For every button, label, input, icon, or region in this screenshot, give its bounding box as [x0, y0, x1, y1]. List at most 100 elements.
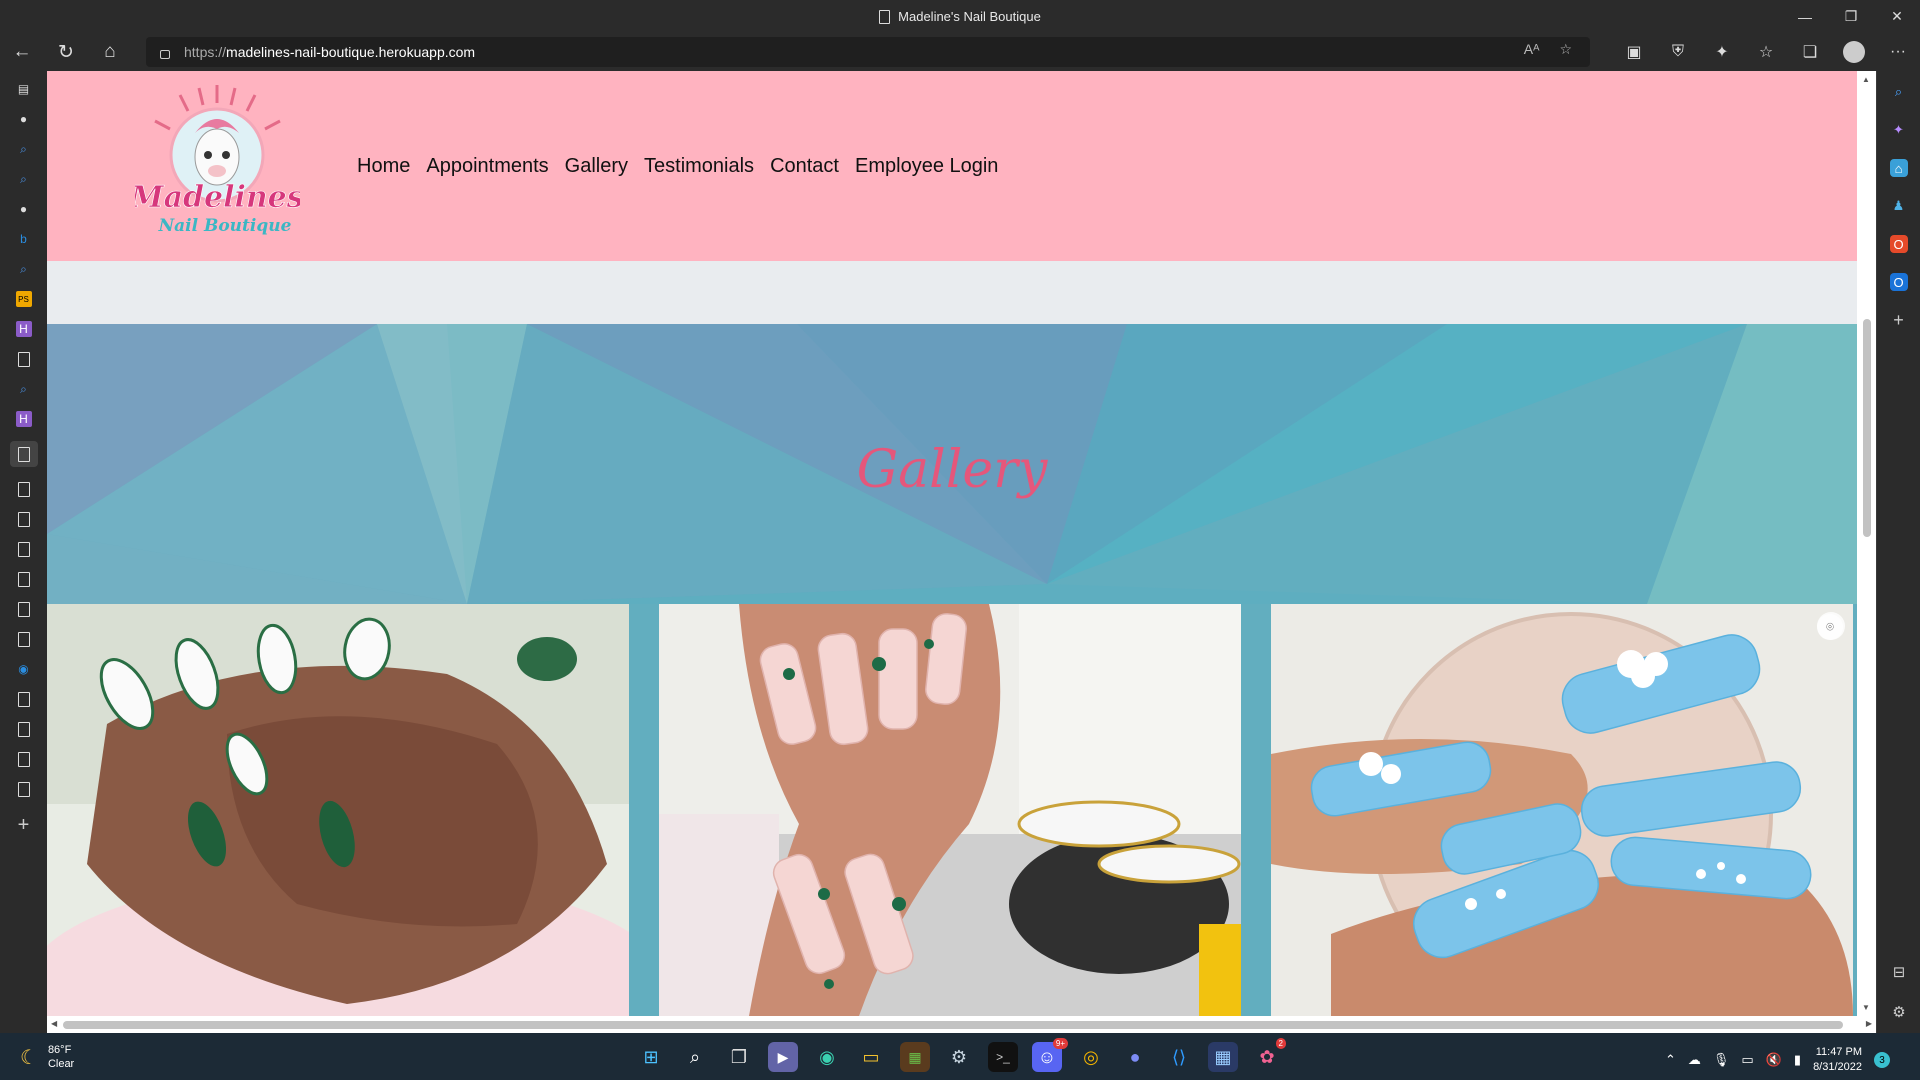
shopping-icon[interactable]: ⌂ — [1889, 159, 1908, 177]
gallery-photo[interactable] — [659, 604, 1241, 1016]
page-tab-icon[interactable] — [16, 601, 32, 617]
extensions-icon[interactable]: ✦ — [1700, 33, 1744, 71]
page-tab-icon[interactable] — [16, 481, 32, 497]
search-icon[interactable]: ⌕ — [16, 261, 32, 277]
github-icon[interactable]: ● — [16, 111, 32, 127]
back-icon[interactable]: ← — [0, 33, 44, 71]
hide-sidebar-icon[interactable]: ⊟ — [1893, 963, 1906, 981]
page-icon — [17, 481, 30, 497]
visual-search-icon[interactable]: ⌾ — [1817, 614, 1843, 640]
discord-icon[interactable]: ☺ 9+ — [1032, 1038, 1068, 1072]
tab-actions-icon[interactable]: ▤ — [16, 81, 32, 97]
search-icon[interactable]: ⌕ — [16, 141, 32, 157]
search-icon[interactable]: ⌕ — [680, 1042, 710, 1072]
add-favorite-icon[interactable]: ☆ — [1559, 41, 1572, 58]
page-tab-icon[interactable] — [16, 351, 32, 367]
favorites-icon[interactable]: ☆ — [1744, 33, 1788, 71]
battery-icon[interactable]: ▮ — [1794, 1052, 1801, 1068]
url-text[interactable]: https://madelines-nail-boutique.herokuap… — [184, 44, 475, 60]
scroll-down-icon[interactable]: ▼ — [1862, 1003, 1870, 1012]
shield-icon[interactable]: ⛨ — [1656, 33, 1700, 71]
notification-badge[interactable]: 3 — [1874, 1052, 1890, 1068]
extension-icon[interactable]: ▣ — [1612, 33, 1656, 71]
page-tab-icon[interactable] — [16, 511, 32, 527]
bing-icon[interactable]: b — [16, 231, 32, 247]
edge-icon[interactable]: ◉ — [812, 1042, 842, 1072]
display-icon[interactable]: ▭ — [1741, 1052, 1753, 1068]
discover-icon[interactable]: ✦ — [1890, 121, 1908, 139]
scroll-up-icon[interactable]: ▲ — [1862, 75, 1870, 84]
add-icon[interactable]: + — [1890, 310, 1908, 330]
microphone-icon[interactable]: 🎙 — [1713, 1052, 1730, 1068]
more-icon[interactable]: ··· — [1876, 33, 1920, 71]
nav-contact[interactable]: Contact — [770, 155, 839, 178]
collections-icon[interactable]: ❏ — [1788, 33, 1832, 71]
steam-icon[interactable]: ⚙ — [944, 1042, 974, 1072]
app-icon[interactable]: ● — [1120, 1042, 1150, 1072]
nav-gallery[interactable]: Gallery — [565, 155, 628, 178]
page-tab-icon[interactable] — [16, 541, 32, 557]
address-bar[interactable]: https://madelines-nail-boutique.herokuap… — [146, 37, 1590, 67]
nav-appointments[interactable]: Appointments — [426, 155, 548, 178]
search-icon[interactable]: ⌕ — [16, 381, 32, 397]
app-icon[interactable]: ✿ 2 — [1252, 1038, 1286, 1072]
page-tab-icon[interactable] — [16, 631, 32, 647]
vscode-icon[interactable]: ⟨⟩ — [1164, 1042, 1194, 1072]
clock[interactable]: 11:47 PM 8/31/2022 — [1813, 1045, 1862, 1075]
ps-icon[interactable]: PS — [15, 291, 32, 307]
start-icon[interactable]: ⊞ — [636, 1042, 666, 1072]
scroll-right-icon[interactable]: ▶ — [1866, 1019, 1872, 1028]
office-icon[interactable]: O — [1889, 235, 1908, 253]
gallery-photo[interactable]: ⌾ — [1271, 604, 1853, 1016]
edge-icon[interactable]: ◉ — [16, 661, 32, 677]
close-button[interactable]: ✕ — [1874, 0, 1920, 33]
volume-icon[interactable]: 🔇 — [1766, 1052, 1782, 1068]
gallery-section: Gallery ⌾ — [47, 324, 1857, 1016]
chrome-icon[interactable]: ◎ — [1076, 1042, 1106, 1072]
games-icon[interactable]: ♟ — [1890, 197, 1908, 215]
weather-widget[interactable]: ☾ 86°F Clear — [20, 1043, 74, 1071]
chat-icon[interactable]: ▶ — [768, 1042, 798, 1072]
heroku-icon[interactable]: H — [15, 321, 32, 337]
scroll-left-icon[interactable]: ◀ — [51, 1019, 57, 1028]
search-icon[interactable]: ⌕ — [1890, 83, 1908, 101]
minecraft-icon[interactable]: ▦ — [900, 1042, 930, 1072]
new-tab-icon[interactable]: + — [16, 814, 32, 836]
avatar[interactable] — [1843, 41, 1865, 63]
nav-employee-login[interactable]: Employee Login — [855, 155, 998, 178]
gear-icon[interactable]: ⚙ — [1892, 1003, 1905, 1021]
chevron-up-icon[interactable]: ⌃ — [1665, 1052, 1676, 1068]
refresh-icon[interactable]: ↻ — [44, 33, 88, 71]
scroll-thumb[interactable] — [1863, 319, 1871, 537]
horizontal-scrollbar[interactable]: ◀ ▶ — [47, 1016, 1876, 1033]
page-tab-icon[interactable] — [16, 721, 32, 737]
nav-home[interactable]: Home — [357, 155, 410, 178]
gallery-photo[interactable] — [47, 604, 629, 1016]
restore-button[interactable]: ❐ — [1828, 0, 1874, 33]
page-tab-icon[interactable] — [16, 751, 32, 767]
read-aloud-icon[interactable]: Aᴬ — [1524, 41, 1540, 58]
file-explorer-icon[interactable]: ▭ — [856, 1042, 886, 1072]
minimize-button[interactable]: — — [1782, 0, 1828, 33]
page-tab-icon[interactable] — [16, 691, 32, 707]
terminal-icon[interactable]: >_ — [988, 1042, 1018, 1072]
cloud-icon[interactable]: ☁ — [1688, 1052, 1701, 1068]
page-tab-icon[interactable] — [16, 781, 32, 797]
page-tab-icon-active[interactable] — [9, 441, 38, 467]
task-view-icon[interactable]: ❐ — [724, 1042, 754, 1072]
address-bar-actions: Aᴬ ☆ — [1524, 41, 1572, 58]
app-icon[interactable]: ▦ — [1208, 1042, 1238, 1072]
scroll-thumb[interactable] — [63, 1021, 1843, 1029]
vertical-scrollbar[interactable]: ▲ ▼ — [1857, 71, 1876, 1016]
page-icon — [17, 541, 30, 557]
nav-testimonials[interactable]: Testimonials — [644, 155, 754, 178]
logo[interactable]: Madelines Nail Boutique — [135, 83, 300, 243]
page-tab-icon[interactable] — [16, 571, 32, 587]
home-icon[interactable]: ⌂ — [88, 33, 132, 71]
github-icon[interactable]: ● — [16, 201, 32, 217]
outlook-icon[interactable]: O — [1889, 273, 1908, 291]
heroku-icon[interactable]: H — [15, 411, 32, 427]
search-icon[interactable]: ⌕ — [16, 171, 32, 187]
lock-icon[interactable] — [160, 49, 170, 59]
profile-button[interactable] — [1832, 33, 1876, 71]
